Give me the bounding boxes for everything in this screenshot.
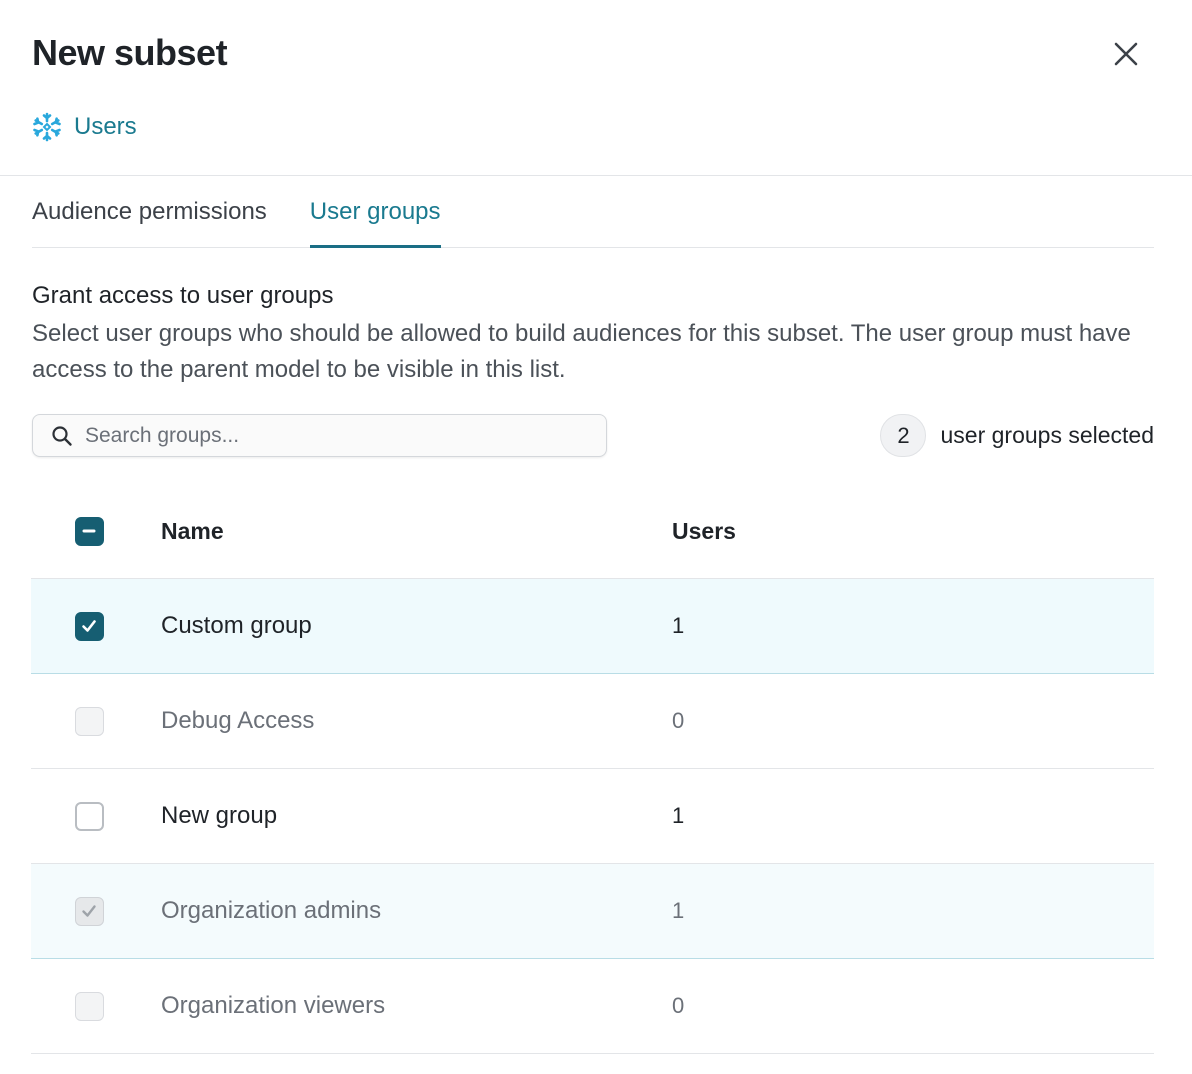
section-description: Select user groups who should be allowed… (32, 320, 1131, 383)
group-user-count: 0 (672, 993, 685, 1018)
row-checkbox (74, 896, 104, 926)
search-input[interactable] (85, 423, 565, 448)
search-icon (52, 425, 72, 446)
selected-count-label: user groups selected (940, 422, 1154, 448)
group-user-count: 1 (672, 898, 685, 923)
checkbox-cell (31, 896, 161, 926)
table-header: Name Users (31, 484, 1154, 579)
row-checkbox[interactable] (74, 801, 104, 831)
group-user-count: 1 (672, 803, 685, 828)
tab-bar: Audience permissions User groups (32, 176, 1154, 248)
select-all-cell (31, 516, 161, 546)
row-checkbox (74, 706, 104, 736)
select-all-checkbox[interactable] (74, 516, 104, 546)
column-header-name[interactable]: Name (161, 518, 672, 545)
tab-user-groups[interactable]: User groups (309, 176, 441, 248)
table-row: Organization viewers 0 (31, 959, 1154, 1054)
selection-summary: 2 user groups selected (880, 414, 1154, 457)
group-name: Debug Access (161, 707, 315, 734)
search-field[interactable] (32, 414, 607, 457)
source-link[interactable]: Users (32, 112, 137, 142)
row-checkbox (74, 991, 104, 1021)
close-button[interactable] (1106, 34, 1146, 74)
new-subset-dialog: New subset Users Audience permissions Us… (0, 0, 1192, 1074)
section-title: Grant access to user groups (32, 282, 334, 309)
checkbox-cell (31, 991, 161, 1021)
selected-count-badge: 2 (880, 414, 927, 457)
group-name: Organization admins (161, 897, 382, 924)
user-groups-table: Name Users Custom group 1 Debug Access 0 (31, 484, 1154, 1054)
source-label: Users (74, 113, 137, 140)
check-icon (82, 905, 96, 917)
group-name: Organization viewers (161, 992, 386, 1019)
row-checkbox[interactable] (74, 611, 104, 641)
checkbox-cell (31, 611, 161, 641)
minus-icon (82, 529, 96, 533)
table-row[interactable]: Custom group 1 (31, 579, 1154, 674)
checkbox-cell (31, 706, 161, 736)
table-row: Organization admins 1 (31, 864, 1154, 959)
check-icon (82, 620, 96, 632)
checkbox-cell (31, 801, 161, 831)
group-name: Custom group (161, 612, 312, 639)
group-user-count: 1 (672, 613, 685, 638)
tab-audience-permissions[interactable]: Audience permissions (32, 176, 267, 247)
dialog-title: New subset (32, 32, 228, 73)
column-header-users[interactable]: Users (672, 518, 736, 545)
close-icon (1114, 42, 1138, 66)
dialog-header: New subset Users (0, 0, 1192, 176)
table-row[interactable]: New group 1 (31, 769, 1154, 864)
group-user-count: 0 (672, 708, 685, 733)
group-name: New group (161, 802, 278, 829)
table-row: Debug Access 0 (31, 674, 1154, 769)
snowflake-icon (33, 112, 61, 142)
